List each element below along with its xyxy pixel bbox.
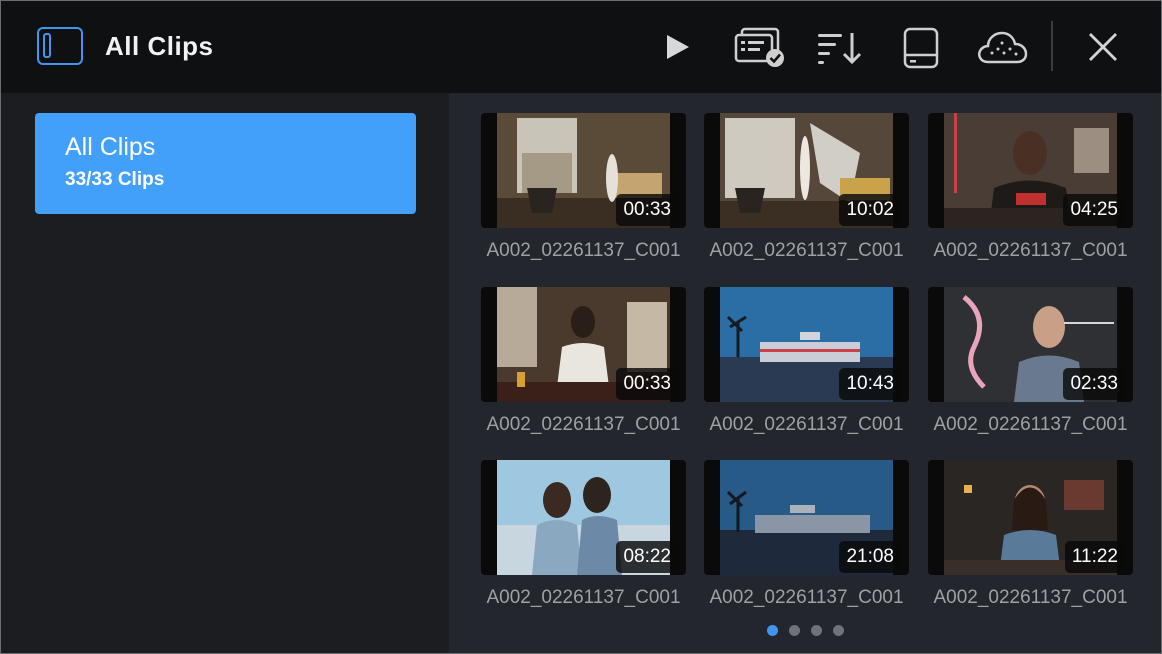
clip-thumbnail: 02:33: [928, 287, 1133, 402]
album-sidebar: All Clips 33/33 Clips: [1, 93, 449, 653]
clip-tile[interactable]: 02:33 A002_02261137_C001: [928, 287, 1133, 436]
clip-thumbnail: 11:22: [928, 460, 1133, 575]
clip-name: A002_02261137_C001: [486, 587, 681, 608]
clip-thumbnail: 00:33: [481, 113, 686, 228]
clip-tile[interactable]: 00:33 A002_02261137_C001: [481, 287, 686, 436]
album-clip-count: 33/33 Clips: [65, 169, 165, 190]
clip-tile[interactable]: 10:02 A002_02261137_C001: [704, 113, 909, 262]
clip-name: A002_02261137_C001: [709, 414, 904, 435]
sidebar-toggle-icon[interactable]: [37, 27, 83, 65]
close-icon[interactable]: [1087, 31, 1119, 63]
clip-tile[interactable]: 08:22 A002_02261137_C001: [481, 460, 686, 609]
clip-name: A002_02261137_C001: [486, 240, 681, 261]
page-dot-1[interactable]: [767, 625, 778, 636]
clip-tile[interactable]: 10:43 A002_02261137_C001: [704, 287, 909, 436]
clip-duration: 11:22: [1064, 541, 1125, 573]
sort-icon[interactable]: [816, 31, 864, 65]
page-dot-4[interactable]: [833, 625, 844, 636]
play-icon[interactable]: [665, 33, 691, 61]
clip-duration: 00:33: [616, 368, 678, 400]
app-window: All Clips All Clips 33/33 Clips 00:33 A0…: [0, 0, 1162, 654]
storage-icon[interactable]: [903, 27, 939, 69]
page-title: All Clips: [105, 31, 214, 61]
clip-name: A002_02261137_C001: [933, 587, 1128, 608]
clip-duration: 04:25: [1063, 194, 1125, 226]
clip-thumbnail: 04:25: [928, 113, 1133, 228]
clip-duration: 10:02: [839, 194, 901, 226]
clip-name: A002_02261137_C001: [709, 240, 904, 261]
clip-tile[interactable]: 04:25 A002_02261137_C001: [928, 113, 1133, 262]
clip-name: A002_02261137_C001: [933, 240, 1128, 261]
clip-duration: 10:43: [839, 368, 901, 400]
clip-thumbnail: 10:02: [704, 113, 909, 228]
clip-thumbnail: 21:08: [704, 460, 909, 575]
clip-thumbnail: 00:33: [481, 287, 686, 402]
clip-name: A002_02261137_C001: [933, 414, 1128, 435]
toolbar-divider: [1051, 21, 1053, 71]
clip-name: A002_02261137_C001: [486, 414, 681, 435]
cloud-icon[interactable]: [976, 29, 1028, 65]
page-indicator: [767, 623, 855, 636]
clip-tile[interactable]: 00:33 A002_02261137_C001: [481, 113, 686, 262]
clip-grid: 00:33 A002_02261137_C001 10:02 A002_0226…: [449, 93, 1161, 653]
top-toolbar: All Clips: [1, 1, 1161, 93]
clip-duration: 08:22: [616, 541, 678, 573]
album-item-all-clips[interactable]: All Clips 33/33 Clips: [35, 113, 416, 214]
clip-name: A002_02261137_C001: [709, 587, 904, 608]
clip-duration: 02:33: [1063, 368, 1125, 400]
clip-thumbnail: 08:22: [481, 460, 686, 575]
clips-selected-icon[interactable]: [734, 27, 788, 69]
album-name: All Clips: [65, 133, 156, 161]
clip-tile[interactable]: 11:22 A002_02261137_C001: [928, 460, 1133, 609]
clip-duration: 21:08: [839, 541, 901, 573]
clip-thumbnail: 10:43: [704, 287, 909, 402]
page-dot-2[interactable]: [789, 625, 800, 636]
page-dot-3[interactable]: [811, 625, 822, 636]
clip-tile[interactable]: 21:08 A002_02261137_C001: [704, 460, 909, 609]
clip-duration: 00:33: [616, 194, 678, 226]
